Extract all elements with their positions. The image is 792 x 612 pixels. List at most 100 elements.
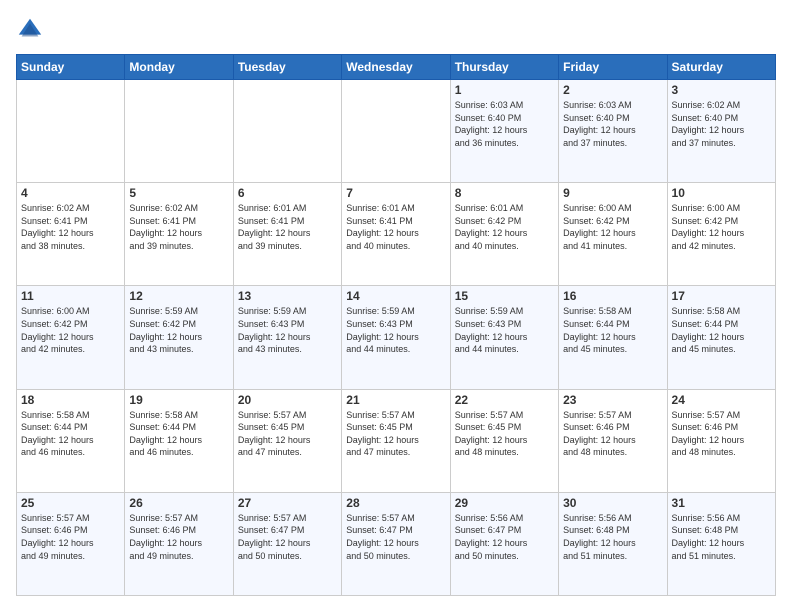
day-info: Sunrise: 6:02 AM Sunset: 6:41 PM Dayligh… bbox=[21, 202, 120, 252]
day-number: 24 bbox=[672, 393, 771, 407]
day-number: 9 bbox=[563, 186, 662, 200]
day-info: Sunrise: 5:58 AM Sunset: 6:44 PM Dayligh… bbox=[21, 409, 120, 459]
day-number: 29 bbox=[455, 496, 554, 510]
header-day-thursday: Thursday bbox=[450, 55, 558, 80]
day-number: 31 bbox=[672, 496, 771, 510]
day-cell: 3 Sunrise: 6:02 AM Sunset: 6:40 PM Daylig… bbox=[667, 80, 775, 183]
day-info: Sunrise: 6:02 AM Sunset: 6:41 PM Dayligh… bbox=[129, 202, 228, 252]
calendar-header: SundayMondayTuesdayWednesdayThursdayFrid… bbox=[17, 55, 776, 80]
day-number: 13 bbox=[238, 289, 337, 303]
week-row-3: 11 Sunrise: 6:00 AM Sunset: 6:42 PM Dayli… bbox=[17, 286, 776, 389]
day-cell: 2 Sunrise: 6:03 AM Sunset: 6:40 PM Daylig… bbox=[559, 80, 667, 183]
day-info: Sunrise: 5:57 AM Sunset: 6:45 PM Dayligh… bbox=[346, 409, 445, 459]
day-cell: 24Sunrise: 5:57 AM Sunset: 6:46 PM Dayli… bbox=[667, 389, 775, 492]
day-info: Sunrise: 6:03 AM Sunset: 6:40 PM Dayligh… bbox=[455, 99, 554, 149]
header-day-tuesday: Tuesday bbox=[233, 55, 341, 80]
day-info: Sunrise: 5:59 AM Sunset: 6:42 PM Dayligh… bbox=[129, 305, 228, 355]
day-cell: 27 Sunrise: 5:57 AM Sunset: 6:47 PM Dayli… bbox=[233, 492, 341, 595]
day-cell: 25 Sunrise: 5:57 AM Sunset: 6:46 PM Dayli… bbox=[17, 492, 125, 595]
day-number: 25 bbox=[21, 496, 120, 510]
day-number: 16 bbox=[563, 289, 662, 303]
day-info: Sunrise: 5:56 AM Sunset: 6:48 PM Dayligh… bbox=[563, 512, 662, 562]
day-cell: 30 Sunrise: 5:56 AM Sunset: 6:48 PM Dayli… bbox=[559, 492, 667, 595]
day-number: 14 bbox=[346, 289, 445, 303]
day-info: Sunrise: 5:58 AM Sunset: 6:44 PM Dayligh… bbox=[129, 409, 228, 459]
day-number: 22 bbox=[455, 393, 554, 407]
day-number: 26 bbox=[129, 496, 228, 510]
day-cell: 28 Sunrise: 5:57 AM Sunset: 6:47 PM Dayli… bbox=[342, 492, 450, 595]
day-cell bbox=[17, 80, 125, 183]
day-number: 8 bbox=[455, 186, 554, 200]
day-info: Sunrise: 5:59 AM Sunset: 6:43 PM Dayligh… bbox=[455, 305, 554, 355]
day-info: Sunrise: 6:03 AM Sunset: 6:40 PM Dayligh… bbox=[563, 99, 662, 149]
day-number: 5 bbox=[129, 186, 228, 200]
day-info: Sunrise: 5:57 AM Sunset: 6:46 PM Dayligh… bbox=[563, 409, 662, 459]
day-info: Sunrise: 6:01 AM Sunset: 6:42 PM Dayligh… bbox=[455, 202, 554, 252]
day-info: Sunrise: 5:59 AM Sunset: 6:43 PM Dayligh… bbox=[346, 305, 445, 355]
header-day-wednesday: Wednesday bbox=[342, 55, 450, 80]
day-cell: 21 Sunrise: 5:57 AM Sunset: 6:45 PM Dayli… bbox=[342, 389, 450, 492]
header-day-friday: Friday bbox=[559, 55, 667, 80]
page: SundayMondayTuesdayWednesdayThursdayFrid… bbox=[0, 0, 792, 612]
header-day-saturday: Saturday bbox=[667, 55, 775, 80]
calendar-body: 1 Sunrise: 6:03 AM Sunset: 6:40 PM Daylig… bbox=[17, 80, 776, 596]
day-cell: 10 Sunrise: 6:00 AM Sunset: 6:42 PM Dayli… bbox=[667, 183, 775, 286]
day-cell: 17 Sunrise: 5:58 AM Sunset: 6:44 PM Dayli… bbox=[667, 286, 775, 389]
day-cell: 23 Sunrise: 5:57 AM Sunset: 6:46 PM Dayli… bbox=[559, 389, 667, 492]
day-number: 7 bbox=[346, 186, 445, 200]
day-info: Sunrise: 5:59 AM Sunset: 6:43 PM Dayligh… bbox=[238, 305, 337, 355]
day-number: 10 bbox=[672, 186, 771, 200]
day-info: Sunrise: 5:57 AM Sunset: 6:45 PM Dayligh… bbox=[455, 409, 554, 459]
logo-icon bbox=[16, 16, 44, 44]
day-info: Sunrise: 6:01 AM Sunset: 6:41 PM Dayligh… bbox=[238, 202, 337, 252]
day-info: Sunrise: 5:57 AM Sunset: 6:47 PM Dayligh… bbox=[346, 512, 445, 562]
day-number: 30 bbox=[563, 496, 662, 510]
day-info: Sunrise: 5:57 AM Sunset: 6:46 PM Dayligh… bbox=[129, 512, 228, 562]
day-info: Sunrise: 5:57 AM Sunset: 6:46 PM Dayligh… bbox=[21, 512, 120, 562]
day-cell: 11 Sunrise: 6:00 AM Sunset: 6:42 PM Dayli… bbox=[17, 286, 125, 389]
day-info: Sunrise: 5:57 AM Sunset: 6:47 PM Dayligh… bbox=[238, 512, 337, 562]
header bbox=[16, 16, 776, 44]
day-info: Sunrise: 5:56 AM Sunset: 6:48 PM Dayligh… bbox=[672, 512, 771, 562]
day-number: 28 bbox=[346, 496, 445, 510]
day-number: 1 bbox=[455, 83, 554, 97]
header-row: SundayMondayTuesdayWednesdayThursdayFrid… bbox=[17, 55, 776, 80]
day-number: 18 bbox=[21, 393, 120, 407]
day-number: 21 bbox=[346, 393, 445, 407]
day-cell: 4 Sunrise: 6:02 AM Sunset: 6:41 PM Daylig… bbox=[17, 183, 125, 286]
day-number: 23 bbox=[563, 393, 662, 407]
day-info: Sunrise: 6:01 AM Sunset: 6:41 PM Dayligh… bbox=[346, 202, 445, 252]
day-number: 15 bbox=[455, 289, 554, 303]
day-number: 6 bbox=[238, 186, 337, 200]
week-row-1: 1 Sunrise: 6:03 AM Sunset: 6:40 PM Daylig… bbox=[17, 80, 776, 183]
day-number: 3 bbox=[672, 83, 771, 97]
day-info: Sunrise: 6:00 AM Sunset: 6:42 PM Dayligh… bbox=[672, 202, 771, 252]
logo bbox=[16, 16, 48, 44]
day-info: Sunrise: 5:56 AM Sunset: 6:47 PM Dayligh… bbox=[455, 512, 554, 562]
day-cell: 7 Sunrise: 6:01 AM Sunset: 6:41 PM Daylig… bbox=[342, 183, 450, 286]
day-cell: 9Sunrise: 6:00 AM Sunset: 6:42 PM Daylig… bbox=[559, 183, 667, 286]
day-cell: 14 Sunrise: 5:59 AM Sunset: 6:43 PM Dayli… bbox=[342, 286, 450, 389]
day-cell: 6 Sunrise: 6:01 AM Sunset: 6:41 PM Daylig… bbox=[233, 183, 341, 286]
day-info: Sunrise: 5:57 AM Sunset: 6:45 PM Dayligh… bbox=[238, 409, 337, 459]
week-row-2: 4 Sunrise: 6:02 AM Sunset: 6:41 PM Daylig… bbox=[17, 183, 776, 286]
day-number: 4 bbox=[21, 186, 120, 200]
day-cell: 12 Sunrise: 5:59 AM Sunset: 6:42 PM Dayli… bbox=[125, 286, 233, 389]
day-info: Sunrise: 5:58 AM Sunset: 6:44 PM Dayligh… bbox=[672, 305, 771, 355]
day-number: 12 bbox=[129, 289, 228, 303]
day-cell: 5 Sunrise: 6:02 AM Sunset: 6:41 PM Daylig… bbox=[125, 183, 233, 286]
day-cell: 20 Sunrise: 5:57 AM Sunset: 6:45 PM Dayli… bbox=[233, 389, 341, 492]
calendar: SundayMondayTuesdayWednesdayThursdayFrid… bbox=[16, 54, 776, 596]
header-day-monday: Monday bbox=[125, 55, 233, 80]
day-number: 2 bbox=[563, 83, 662, 97]
day-info: Sunrise: 6:00 AM Sunset: 6:42 PM Dayligh… bbox=[21, 305, 120, 355]
day-info: Sunrise: 6:02 AM Sunset: 6:40 PM Dayligh… bbox=[672, 99, 771, 149]
day-number: 17 bbox=[672, 289, 771, 303]
day-cell: 29 Sunrise: 5:56 AM Sunset: 6:47 PM Dayli… bbox=[450, 492, 558, 595]
day-number: 27 bbox=[238, 496, 337, 510]
day-number: 11 bbox=[21, 289, 120, 303]
day-number: 20 bbox=[238, 393, 337, 407]
header-day-sunday: Sunday bbox=[17, 55, 125, 80]
day-cell: 26 Sunrise: 5:57 AM Sunset: 6:46 PM Dayli… bbox=[125, 492, 233, 595]
day-cell: 19Sunrise: 5:58 AM Sunset: 6:44 PM Dayli… bbox=[125, 389, 233, 492]
